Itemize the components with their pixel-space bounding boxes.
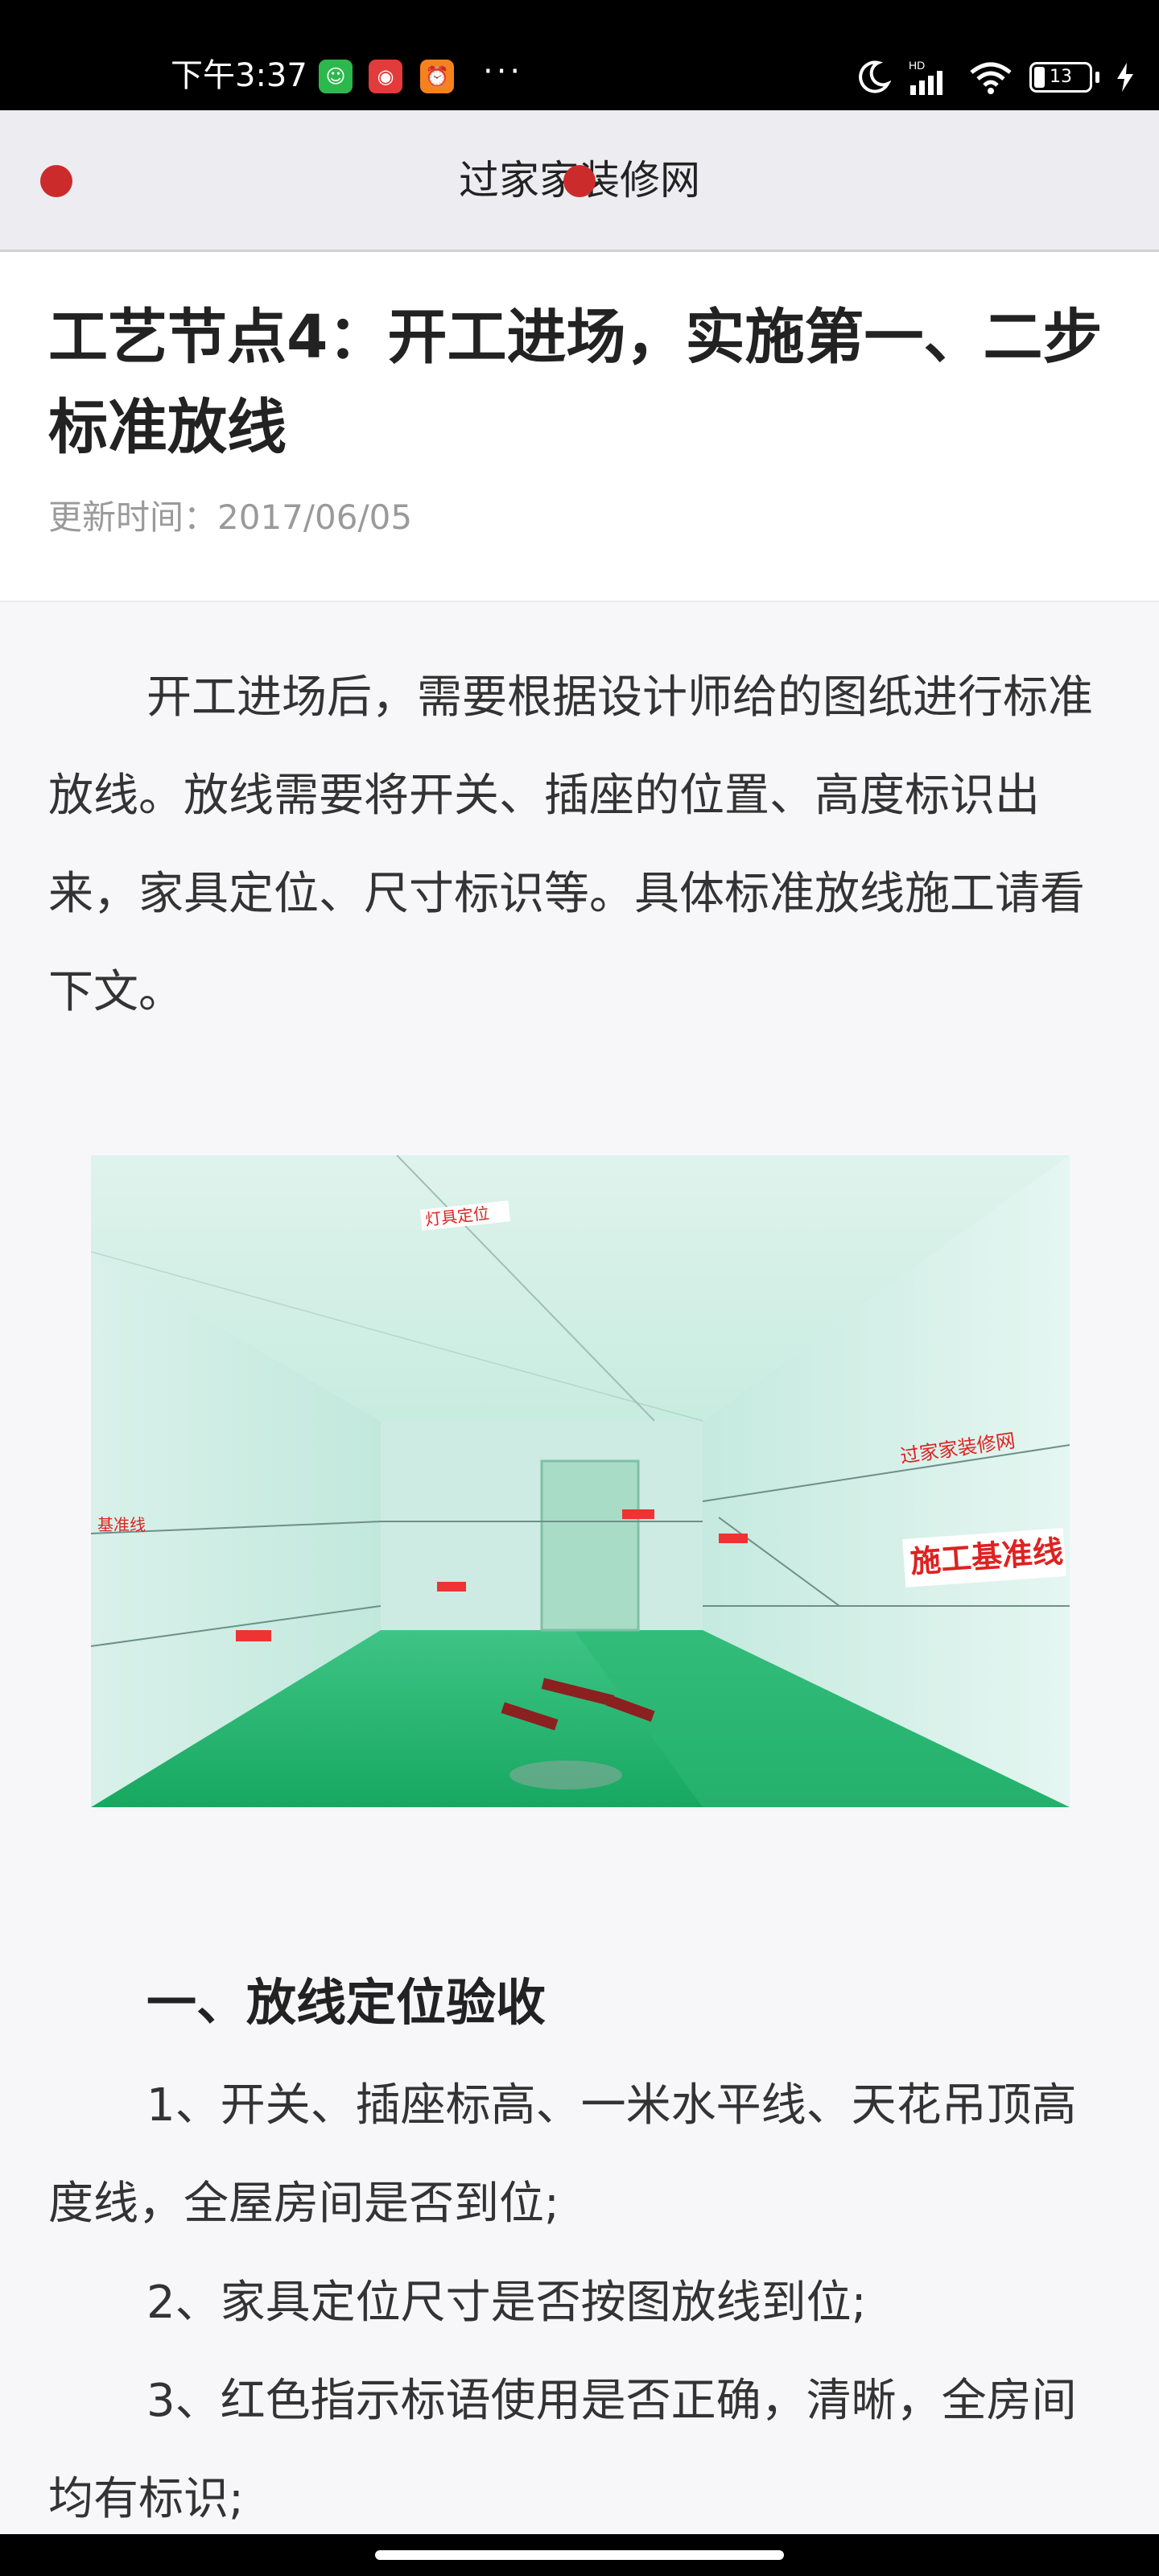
article-title: 工艺节点4：开工进场，实施第一、二步标准放线 — [48, 303, 1103, 462]
charging-icon — [1117, 63, 1133, 92]
label-baseline-left: 基准线 — [97, 1515, 146, 1534]
wechat-icon: ☺ — [319, 60, 353, 93]
status-bar: 下午3:37 ☺ ◉ ⏰ ··· HD 13 — [0, 0, 1159, 110]
intro-paragraph: 开工进场后，需要根据设计师给的图纸进行标准放线。放线需要将开关、插座的位置、高度… — [48, 671, 1093, 1018]
article-header: 工艺节点4：开工进场，实施第一、二步标准放线 更新时间：2017/06/05 — [0, 252, 1159, 602]
list-item: 2、家具定位尺寸是否按图放线到位; — [146, 2277, 867, 2329]
app-header: 过家家装修网 — [0, 110, 1159, 252]
room-image: 灯具定位 过家家装修网 施工基准线 基准线 — [91, 1155, 1070, 1807]
more-notifications-icon: ··· — [483, 53, 524, 90]
signal-icon: HD — [909, 59, 942, 95]
section-heading: 一、放线定位验收 — [146, 1973, 547, 2032]
list-item: 3、红色指示标语使用是否正确，清晰，全房间均有标识; — [48, 2375, 1077, 2525]
wifi-icon — [970, 62, 1012, 94]
battery-icon: 13 — [1029, 62, 1092, 93]
moon-icon — [859, 60, 891, 93]
battery-level: 13 — [1050, 67, 1072, 87]
construction-photo[interactable]: 灯具定位 过家家装修网 施工基准线 基准线 — [91, 1155, 1070, 1807]
battery-tip — [1095, 72, 1099, 83]
home-indicator[interactable] — [375, 2550, 784, 2560]
status-indicators: HD 13 — [856, 55, 1135, 100]
list-item: 1、开关、插座标高、一米水平线、天花吊顶高度线，全屋房间是否到位; — [48, 2079, 1077, 2230]
alarm-icon: ⏰ — [420, 60, 454, 93]
article-date: 更新时间：2017/06/05 — [48, 497, 413, 537]
status-time: 下午3:37 — [171, 57, 307, 94]
red-dot-icon — [563, 165, 596, 197]
app-red-icon: ◉ — [369, 60, 402, 93]
network-label: HD — [909, 59, 925, 72]
